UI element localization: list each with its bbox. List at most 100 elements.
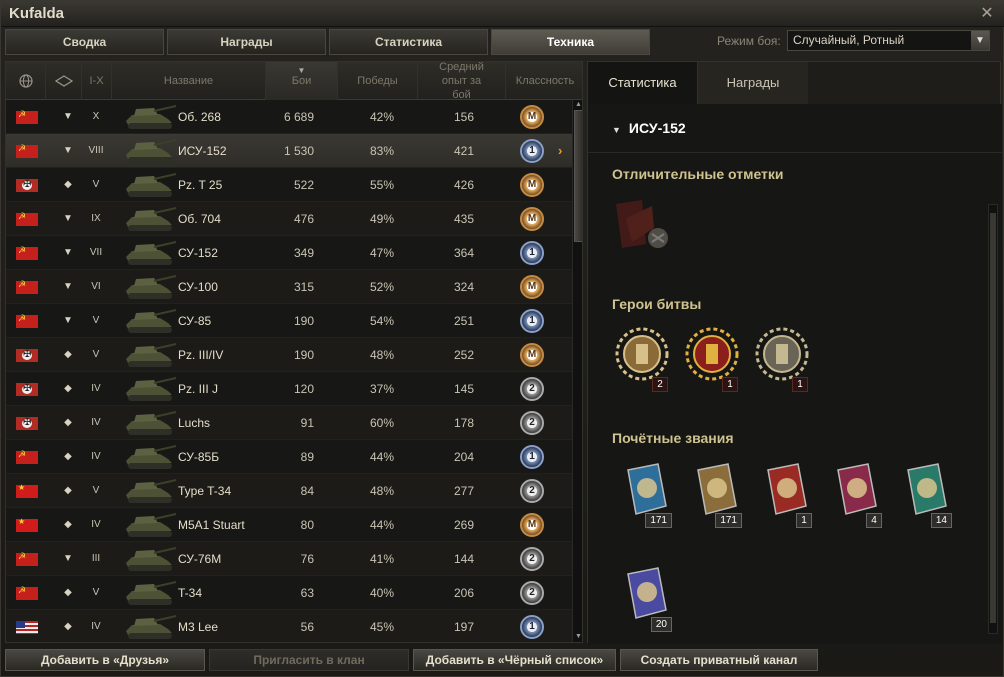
vehicle-class-icon: ◆ (64, 349, 72, 360)
mastery-badge-icon: M (520, 513, 544, 537)
defender-medal-icon[interactable]: 1 (684, 326, 740, 392)
table-scrollbar[interactable]: ▲ ▼ (572, 100, 582, 642)
table-row[interactable]: ▼ X Об. 268 6 689 42% 156 M (6, 100, 572, 134)
add-friend-button[interactable]: Добавить в «Друзья» (5, 649, 205, 671)
sort-tier-header[interactable]: I-X (82, 62, 112, 100)
table-row[interactable]: ◆ IV Luchs 91 60% 178 2 (6, 406, 572, 440)
vehicle-class-icon: ◆ (64, 179, 72, 190)
vehicle-name: СУ-100 (178, 280, 218, 294)
mastery-badge-icon: 2 (520, 581, 544, 605)
table-row[interactable]: ▼ VI СУ-100 315 52% 324 M (6, 270, 572, 304)
sort-name-header[interactable]: Название (112, 62, 266, 100)
close-icon[interactable]: ✕ (977, 4, 997, 24)
tab-awards[interactable]: Награды (167, 29, 326, 55)
table-row[interactable]: ◆ IV M5A1 Stuart 80 44% 269 M (6, 508, 572, 542)
win-rate: 55% (369, 178, 394, 192)
win-rate: 49% (369, 212, 394, 226)
table-row[interactable]: ◆ IV M3 Lee 56 45% 197 1 (6, 610, 572, 642)
medal-count: 4 (866, 513, 882, 528)
top-gun-medal-icon[interactable]: 2 (614, 326, 670, 392)
mastery-badge-icon: 1 (520, 241, 544, 265)
nation-flag-icon (16, 483, 38, 498)
section-heroes-title: Герои битвы (612, 296, 702, 312)
shell-ribbon-icon[interactable]: 4 (828, 462, 884, 528)
battles-count: 91 (300, 416, 314, 430)
tank-icon (126, 479, 177, 503)
table-row[interactable]: ◆ V T-34 63 40% 206 2 (6, 576, 572, 610)
avg-xp: 178 (453, 416, 474, 430)
win-rate: 52% (369, 280, 394, 294)
invite-clan-button[interactable]: Пригласить в клан (209, 649, 409, 671)
scroll-up-icon[interactable]: ▲ (573, 100, 582, 110)
tab-statistics[interactable]: Статистика (329, 29, 488, 55)
medal-count: 171 (645, 513, 672, 528)
table-row[interactable]: ◆ IV СУ-85Б 89 44% 204 1 (6, 440, 572, 474)
table-row[interactable]: ▼ V СУ-85 190 54% 251 1 (6, 304, 572, 338)
vehicles-list: ▼XОб. 2686 68942%156M▼VIIIИСУ-1521 53083… (6, 100, 572, 642)
nation-flag-icon (16, 449, 38, 464)
table-row[interactable]: ◆ IV Pz. III J 120 37% 145 2 (6, 372, 572, 406)
table-row[interactable]: ◆ V Type T-34 84 48% 277 2 (6, 474, 572, 508)
win-rate: 44% (369, 518, 394, 532)
battle-mode-select[interactable]: Случайный, Ротный ▼ (787, 30, 990, 51)
tank-icon (126, 173, 177, 197)
details-scrollbar[interactable] (988, 204, 998, 634)
armor-ribbon-icon[interactable]: 171 (688, 462, 744, 528)
tank-icon (126, 207, 177, 231)
vehicle-title[interactable]: ▼ ИСУ-152 (612, 120, 686, 136)
avg-xp: 145 (453, 382, 474, 396)
win-rate: 48% (369, 348, 394, 362)
add-blacklist-button[interactable]: Добавить в «Чёрный список» (413, 649, 616, 671)
table-row[interactable]: ▼ VII СУ-152 349 47% 364 1 (6, 236, 572, 270)
chevron-down-icon[interactable]: ▼ (971, 31, 989, 50)
nation-flag-icon (16, 517, 38, 532)
vehicle-class-icon: ▼ (63, 553, 73, 564)
table-row[interactable]: ◆ V Pz. III/IV 190 48% 252 M (6, 338, 572, 372)
table-row[interactable]: ▼ VIII ИСУ-152 1 530 83% 421 1 › (6, 134, 572, 168)
battles-count: 190 (293, 348, 314, 362)
win-rate: 54% (369, 314, 394, 328)
win-rate: 47% (369, 246, 394, 260)
sort-mastery-header[interactable]: Классность (506, 62, 582, 100)
vehicle-name: Type T-34 (178, 484, 232, 498)
battles-count: 349 (293, 246, 314, 260)
medic-ribbon-icon[interactable]: 171 (618, 462, 674, 528)
tab-vehicle-statistics[interactable]: Статистика (588, 62, 698, 104)
win-rate: 44% (369, 450, 394, 464)
vehicle-tier: V (92, 315, 100, 326)
tab-vehicle-awards[interactable]: Награды (698, 62, 808, 104)
vehicle-class-icon: ▼ (63, 213, 73, 224)
globe-icon (18, 74, 33, 88)
vehicle-tier: IV (91, 417, 101, 428)
table-row[interactable]: ▼ III СУ-76М 76 41% 144 2 (6, 542, 572, 576)
title-bar[interactable]: Kufalda ✕ (1, 1, 1004, 27)
table-row[interactable]: ◆ V Pz. T 25 522 55% 426 M (6, 168, 572, 202)
avg-xp: 144 (453, 552, 474, 566)
mastery-badge-icon: M (520, 343, 544, 367)
nation-flag-icon (16, 348, 38, 362)
sort-battles-header[interactable]: ▼ Бои (266, 62, 338, 100)
red-ribbon-icon[interactable]: 1 (758, 462, 814, 528)
scroll-down-icon[interactable]: ▼ (573, 632, 582, 642)
details-scroll-thumb[interactable] (990, 213, 996, 623)
vehicle-tier: IX (91, 213, 101, 224)
sort-wins-header[interactable]: Победы (338, 62, 418, 100)
vehicle-name: Pz. T 25 (178, 178, 223, 192)
battles-count: 522 (293, 178, 314, 192)
purple-ribbon-icon[interactable]: 20 (618, 566, 674, 632)
tab-vehicles[interactable]: Техника (491, 29, 650, 55)
green-ribbon-icon[interactable]: 14 (898, 462, 954, 528)
vehicle-tier: V (92, 485, 100, 496)
mastery-badge-icon: M (520, 105, 544, 129)
avg-xp: 252 (453, 348, 474, 362)
create-private-channel-button[interactable]: Создать приватный канал (620, 649, 818, 671)
table-row[interactable]: ▼ IX Об. 704 476 49% 435 M (6, 202, 572, 236)
tank-medal-icon[interactable]: 1 (754, 326, 810, 392)
sort-nation-header[interactable] (6, 62, 46, 100)
sort-xp-header[interactable]: Средний опыт за бой (418, 62, 506, 101)
scroll-thumb[interactable] (574, 110, 582, 242)
sort-type-header[interactable] (46, 62, 82, 100)
tab-summary[interactable]: Сводка (5, 29, 164, 55)
main-tabs: Сводка Награды Статистика Техника (5, 29, 650, 55)
battles-count: 76 (300, 552, 314, 566)
